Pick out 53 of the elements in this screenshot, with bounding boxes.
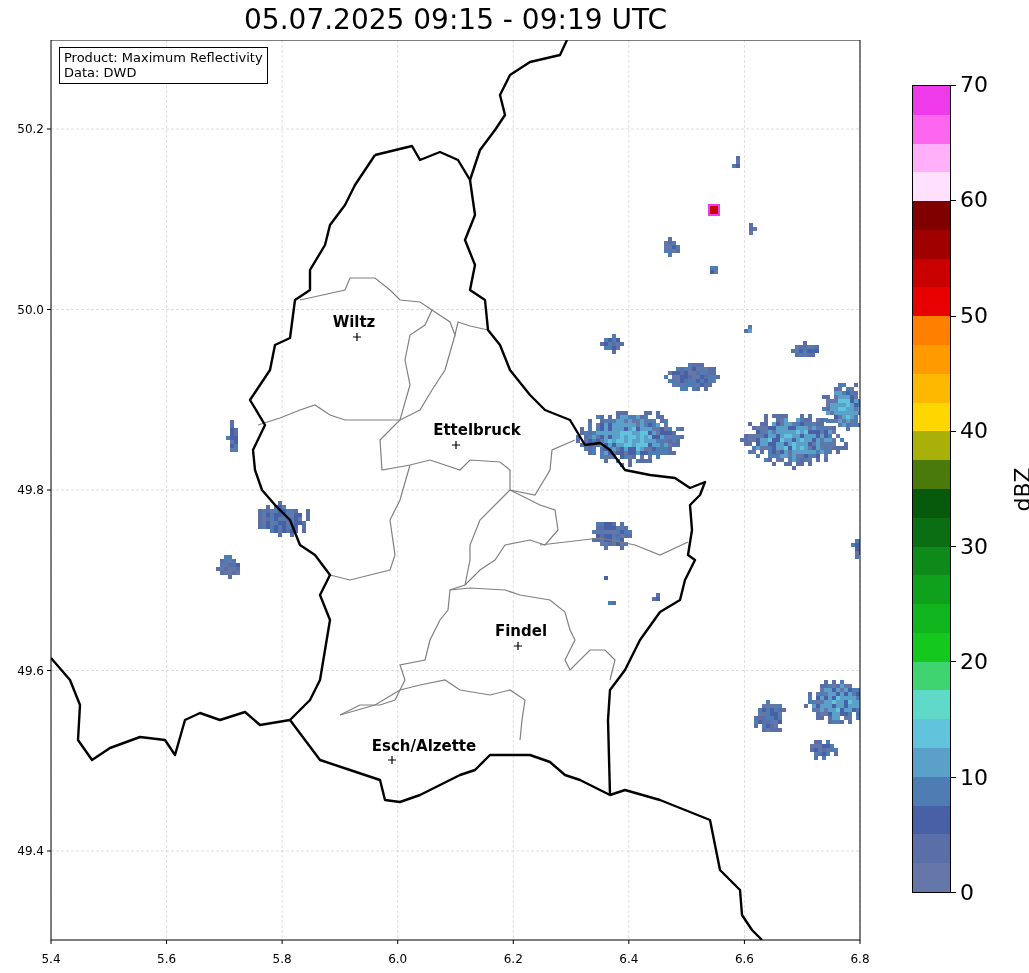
radar-echo <box>604 576 608 580</box>
colorbar-tick-label: 40 <box>960 418 989 445</box>
radar-echo <box>258 501 310 537</box>
radar-echo <box>608 601 616 605</box>
y-tick-label: 49.6 <box>17 663 44 678</box>
radar-echo <box>804 680 860 724</box>
radar-echo <box>592 522 632 550</box>
info-text: Data: DWD <box>64 65 138 80</box>
colorbar-tick-label: 30 <box>960 533 989 560</box>
radar-echo <box>226 420 238 452</box>
colorbar-tick-label: 60 <box>960 187 989 214</box>
y-tick-label: 50.2 <box>17 122 44 136</box>
city-label: Wiltz <box>332 313 376 331</box>
info-text: Product: Maximum Reflectivity <box>64 50 263 65</box>
radar-echo <box>754 700 786 732</box>
radar-echo <box>749 223 757 235</box>
x-tick-label: 6.6 <box>734 952 754 966</box>
y-tick-label: 49.8 <box>17 483 44 497</box>
city-label: Esch/Alzette <box>371 737 477 755</box>
radar-echo <box>664 237 680 257</box>
colorbar-label: dBZ <box>1009 466 1029 512</box>
radar-echo <box>710 266 718 274</box>
city-marker-icon <box>352 332 362 342</box>
colorbar-tick-label: 70 <box>960 72 989 98</box>
city-marker-icon <box>513 641 523 651</box>
city-label: Findel <box>494 622 548 640</box>
x-tick-label: 5.4 <box>41 952 61 966</box>
radar-echo <box>600 334 624 354</box>
colorbar-tick-label: 0 <box>960 879 975 906</box>
city-marker-icon <box>387 755 397 765</box>
colorbar-tick-label: 20 <box>960 649 989 676</box>
x-tick-label: 5.8 <box>272 952 292 966</box>
x-tick-label: 6.4 <box>619 952 639 966</box>
radar-echo <box>851 539 860 559</box>
colorbar-tick-label: 50 <box>960 302 989 329</box>
chart-title: 05.07.2025 09:15 - 09:19 UTC <box>244 3 667 37</box>
x-tick-label: 6.0 <box>388 952 408 966</box>
radar-echo <box>810 740 838 760</box>
city-label: Ettelbruck <box>433 421 521 439</box>
y-tick-label: 50.0 <box>17 302 44 317</box>
radar-echo <box>652 593 660 601</box>
colorbar-tick-label: 10 <box>960 764 989 791</box>
y-tick-label: 49.4 <box>17 844 44 858</box>
x-tick-label: 6.8 <box>850 952 870 966</box>
radar-echo <box>664 363 720 391</box>
radar-echo <box>744 325 752 333</box>
storm-cell <box>708 204 720 216</box>
x-tick-label: 6.2 <box>503 952 523 966</box>
x-tick-label: 5.6 <box>157 952 177 966</box>
radar-echo <box>216 555 240 579</box>
city-marker-icon <box>451 440 461 450</box>
radar-echo <box>732 156 740 168</box>
radar-echo <box>791 341 819 357</box>
